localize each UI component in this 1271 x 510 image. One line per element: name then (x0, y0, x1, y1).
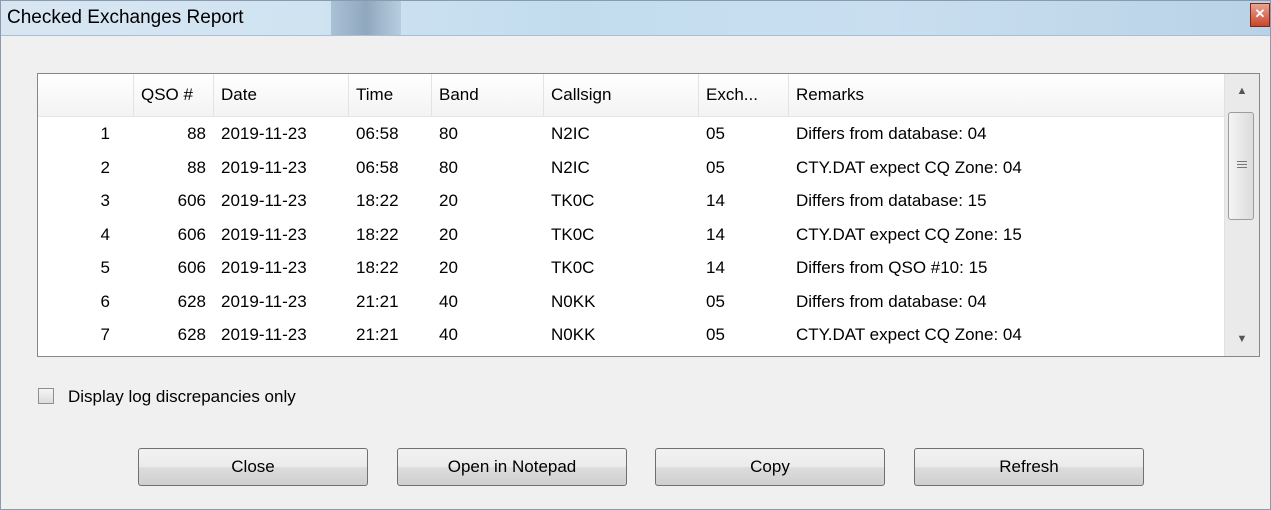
cell-qso: 606 (177, 224, 206, 244)
cell-exch: 14 (706, 191, 725, 210)
cell-callsign: N0KK (551, 325, 596, 344)
scroll-up-arrow-icon[interactable]: ▲ (1225, 74, 1259, 108)
cell-exch: 05 (706, 291, 725, 311)
cell-remarks: CTY.DAT expect CQ Zone: 04 (796, 325, 1022, 344)
cell-date: 2019-11-23 (221, 224, 307, 244)
cell-time: 21:21 (356, 291, 399, 311)
copy-button[interactable]: Copy (655, 448, 885, 486)
cell-callsign: N2IC (551, 157, 590, 177)
refresh-button[interactable]: Refresh (914, 448, 1144, 486)
discrepancies-checkbox[interactable] (38, 388, 54, 404)
cell-exch: 05 (706, 325, 725, 344)
cell-time: 18:22 (356, 191, 399, 210)
cell-callsign: TK0C (551, 191, 595, 210)
cell-date: 2019-11-23 (221, 157, 307, 177)
scroll-down-arrow-icon[interactable]: ▼ (1225, 322, 1259, 356)
cell-index: 2 (100, 157, 110, 177)
title-bar[interactable]: Checked Exchanges Report ✕ (1, 1, 1270, 36)
cell-callsign: TK0C (551, 258, 595, 277)
cell-callsign: N2IC (551, 124, 590, 143)
cell-index: 4 (100, 224, 110, 244)
cell-remarks: CTY.DAT expect CQ Zone: 04 (796, 157, 1022, 177)
table-row[interactable]: 1 88 2019-11-23 06:58 80 N2IC 05 Differs from d… (38, 117, 1224, 151)
cell-qso: 88 (187, 124, 206, 143)
cell-index: 6 (100, 291, 110, 311)
cell-exch: 05 (706, 157, 725, 177)
cell-remarks: Differs from database: 15 (796, 191, 987, 210)
cell-time: 18:22 (356, 224, 399, 244)
scrollbar-thumb[interactable] (1228, 112, 1254, 220)
table-row[interactable]: 4 606 2019-11-23 18:22 20 TK0C 14 CTY.DAT expec… (38, 218, 1224, 252)
cell-remarks: CTY.DAT expect CQ Zone: 15 (796, 224, 1022, 244)
close-button[interactable]: Close (138, 448, 368, 486)
vertical-scrollbar[interactable]: ▲ ▼ (1224, 74, 1259, 356)
column-header-band[interactable]: Band (432, 74, 544, 116)
grip-icon (1237, 161, 1247, 162)
cell-time: 21:21 (356, 325, 399, 344)
cell-qso: 606 (177, 191, 206, 210)
table-row[interactable]: 6 628 2019-11-23 21:21 40 N0KK 05 Differs from … (38, 285, 1224, 319)
cell-exch: 14 (706, 224, 725, 244)
cell-qso: 628 (177, 291, 206, 311)
cell-callsign: TK0C (551, 224, 595, 244)
cell-callsign: N0KK (551, 291, 596, 311)
cell-date: 2019-11-23 (221, 191, 307, 210)
cell-index: 7 (100, 325, 110, 344)
cell-band: 20 (439, 258, 458, 277)
table-row[interactable]: 7 628 2019-11-23 21:21 40 N0KK 05 CTY.DAT expec… (38, 318, 1224, 352)
open-in-notepad-button[interactable]: Open in Notepad (397, 448, 627, 486)
close-window-icon[interactable]: ✕ (1250, 3, 1270, 27)
cell-date: 2019-11-23 (221, 325, 307, 344)
cell-qso: 628 (177, 325, 206, 344)
list-rows: 1 88 2019-11-23 06:58 80 N2IC 05 Differs from d… (38, 117, 1224, 352)
cell-date: 2019-11-23 (221, 258, 307, 277)
column-header-callsign[interactable]: Callsign (544, 74, 699, 116)
report-window: Checked Exchanges Report ✕ QSO # Date Ti… (0, 0, 1271, 510)
list-header: QSO # Date Time Band Callsign Exch... Re… (38, 74, 1224, 117)
table-row[interactable]: 2 88 2019-11-23 06:58 80 N2IC 05 CTY.DAT expect… (38, 151, 1224, 185)
cell-exch: 14 (706, 258, 725, 277)
cell-band: 80 (439, 157, 458, 177)
column-header-exch[interactable]: Exch... (699, 74, 789, 116)
column-header-remarks[interactable]: Remarks (789, 74, 1224, 116)
column-header-index[interactable] (38, 74, 134, 116)
cell-exch: 05 (706, 124, 725, 143)
cell-remarks: Differs from database: 04 (796, 124, 987, 143)
cell-qso: 88 (187, 157, 206, 177)
cell-band: 20 (439, 191, 458, 210)
column-header-date[interactable]: Date (214, 74, 349, 116)
title-bar-decoration (331, 1, 401, 35)
cell-qso: 606 (177, 258, 206, 277)
column-header-qso[interactable]: QSO # (134, 74, 214, 116)
discrepancies-label[interactable]: Display log discrepancies only (68, 385, 296, 409)
table-row[interactable]: 5 606 2019-11-23 18:22 20 TK0C 14 Differs from … (38, 251, 1224, 285)
cell-index: 1 (100, 124, 110, 143)
report-list[interactable]: QSO # Date Time Band Callsign Exch... Re… (37, 73, 1260, 357)
window-title: Checked Exchanges Report (7, 7, 244, 28)
table-row[interactable]: 3 606 2019-11-23 18:22 20 TK0C 14 Differs from … (38, 184, 1224, 218)
cell-band: 40 (439, 291, 458, 311)
cell-remarks: Differs from QSO #10: 15 (796, 258, 988, 277)
cell-time: 06:58 (356, 157, 399, 177)
cell-index: 5 (100, 258, 110, 277)
cell-date: 2019-11-23 (221, 291, 307, 311)
cell-time: 18:22 (356, 258, 399, 277)
column-header-time[interactable]: Time (349, 74, 432, 116)
cell-time: 06:58 (356, 124, 399, 143)
cell-band: 20 (439, 224, 458, 244)
cell-index: 3 (100, 191, 110, 210)
cell-band: 80 (439, 124, 458, 143)
cell-date: 2019-11-23 (221, 124, 307, 143)
cell-remarks: Differs from database: 04 (796, 291, 987, 311)
cell-band: 40 (439, 325, 458, 344)
